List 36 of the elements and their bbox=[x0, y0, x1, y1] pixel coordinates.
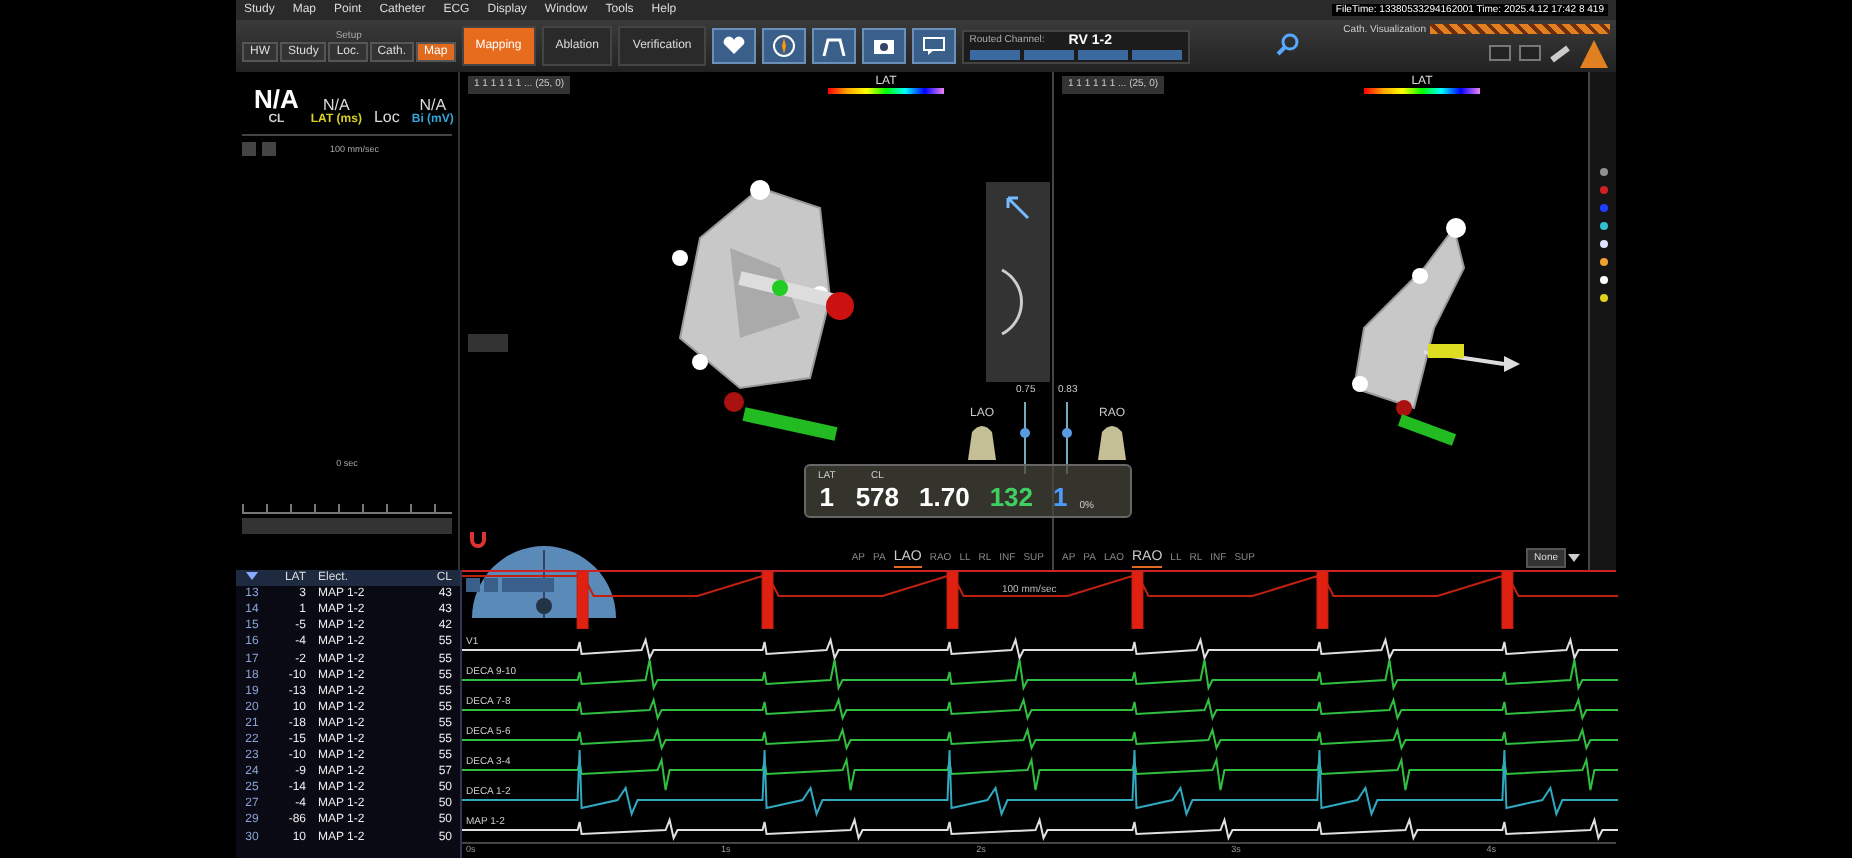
slider-thumb[interactable] bbox=[1062, 428, 1073, 439]
pointer-icon[interactable] bbox=[1004, 194, 1032, 222]
readout-value: 578 bbox=[855, 482, 900, 512]
color-swatch[interactable] bbox=[1599, 168, 1607, 176]
color-swatch[interactable] bbox=[1599, 204, 1607, 212]
readout-value: 1 bbox=[1053, 482, 1068, 512]
sort-icon[interactable] bbox=[246, 572, 258, 581]
color-scale-bar bbox=[1364, 88, 1480, 94]
readout-value: 1.70 bbox=[919, 482, 970, 512]
timeline-track[interactable] bbox=[242, 518, 452, 534]
warning-icon[interactable] bbox=[1578, 37, 1610, 69]
chat-icon[interactable] bbox=[911, 28, 956, 64]
color-swatch[interactable] bbox=[1599, 186, 1607, 194]
monitor-icon[interactable] bbox=[1488, 43, 1512, 63]
monitor-icon[interactable] bbox=[1518, 43, 1542, 63]
color-swatch[interactable] bbox=[1599, 294, 1607, 302]
slider-thumb[interactable] bbox=[1020, 428, 1031, 439]
magnet-icon[interactable] bbox=[468, 528, 488, 548]
readout-value: 1 bbox=[819, 482, 835, 512]
color-swatch[interactable] bbox=[1599, 240, 1607, 248]
summary-value: N/A bbox=[323, 96, 350, 114]
caret-icon[interactable] bbox=[1568, 554, 1580, 562]
arch-icon[interactable] bbox=[811, 28, 856, 64]
camera-icon[interactable] bbox=[861, 28, 906, 64]
catheter-icon[interactable] bbox=[1548, 43, 1572, 63]
marker-widget[interactable] bbox=[468, 334, 508, 352]
search-icon[interactable] bbox=[1275, 31, 1300, 61]
color-scale-bar bbox=[828, 88, 944, 94]
summary-value: N/A bbox=[419, 96, 447, 114]
color-swatch[interactable] bbox=[1599, 258, 1607, 266]
color-swatch[interactable] bbox=[1599, 222, 1607, 230]
color-swatch[interactable] bbox=[1599, 276, 1607, 284]
readout-value: 132 bbox=[989, 482, 1034, 512]
summary-value: N/A bbox=[254, 84, 299, 114]
summary-value: Loc bbox=[373, 108, 400, 126]
compass-icon[interactable] bbox=[761, 28, 806, 64]
